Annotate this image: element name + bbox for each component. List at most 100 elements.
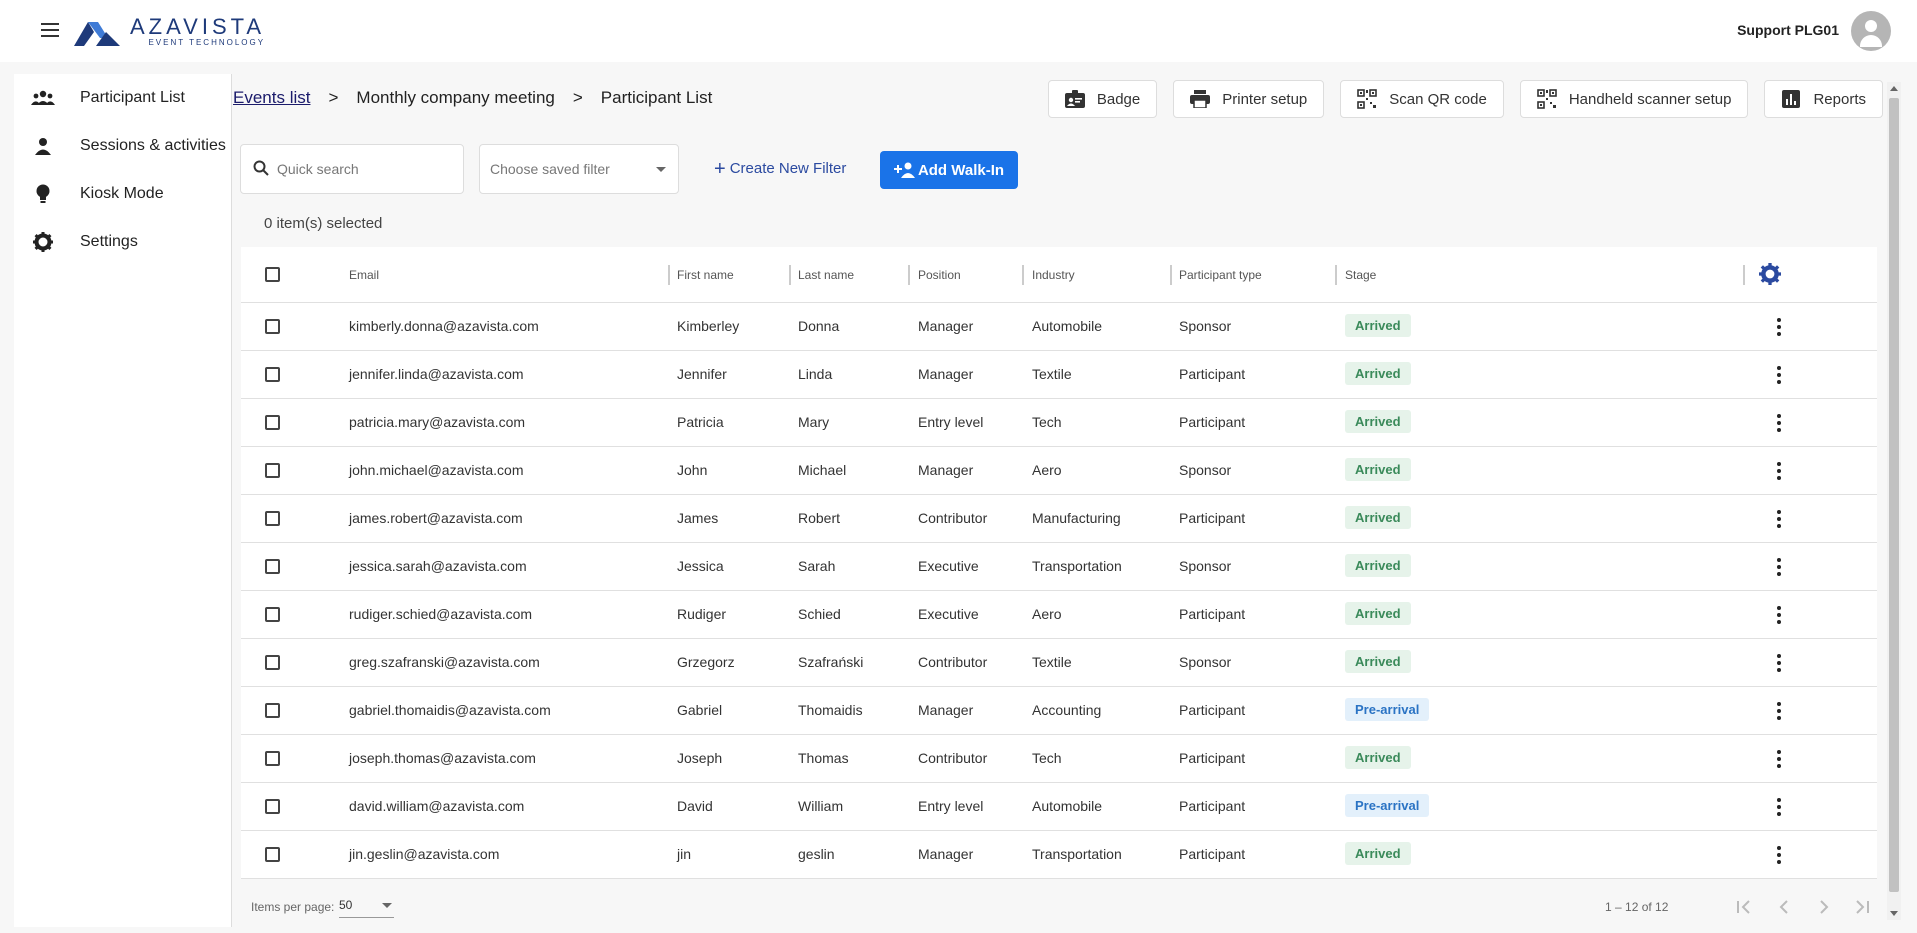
row-checkbox[interactable]	[265, 655, 280, 670]
handheld-scanner-button[interactable]: Handheld scanner setup	[1519, 80, 1749, 118]
column-header-first-name[interactable]: First name	[677, 268, 734, 282]
breadcrumb-events-list[interactable]: Events list	[233, 88, 310, 108]
handheld-scanner-label: Handheld scanner setup	[1568, 90, 1732, 108]
table-row[interactable]: patricia.mary@azavista.com Patricia Mary En…	[241, 399, 1877, 447]
cell-participant-type: Participant	[1179, 846, 1246, 862]
cell-industry: Transportation	[1032, 846, 1122, 862]
row-checkbox[interactable]	[265, 415, 280, 430]
stage-badge: Arrived	[1345, 458, 1411, 481]
sidebar: Participant List Sessions & activities K…	[14, 74, 232, 927]
cell-industry: Aero	[1032, 606, 1062, 622]
cell-last-name: Michael	[798, 462, 847, 478]
row-more-options-icon[interactable]	[1767, 363, 1791, 387]
column-header-industry[interactable]: Industry	[1032, 268, 1075, 282]
row-more-options-icon[interactable]	[1767, 315, 1791, 339]
page-scrollbar[interactable]	[1887, 82, 1901, 920]
scroll-up-icon[interactable]	[1890, 86, 1898, 91]
column-resize-handle[interactable]	[1170, 265, 1172, 285]
table-row[interactable]: joseph.thomas@azavista.com Joseph Thomas Co…	[241, 735, 1877, 783]
column-header-position[interactable]: Position	[918, 268, 961, 282]
row-checkbox[interactable]	[265, 463, 280, 478]
sidebar-item-participant-list[interactable]: Participant List	[14, 74, 231, 122]
table-row[interactable]: john.michael@azavista.com John Michael Mana…	[241, 447, 1877, 495]
table-row[interactable]: jessica.sarah@azavista.com Jessica Sarah Ex…	[241, 543, 1877, 591]
column-resize-handle[interactable]	[908, 265, 910, 285]
user-avatar[interactable]	[1851, 11, 1891, 51]
previous-page-icon[interactable]	[1773, 896, 1795, 918]
row-more-options-icon[interactable]	[1767, 699, 1791, 723]
row-more-options-icon[interactable]	[1767, 459, 1791, 483]
row-more-options-icon[interactable]	[1767, 795, 1791, 819]
row-checkbox[interactable]	[265, 751, 280, 766]
items-per-page-select[interactable]: 50	[339, 898, 394, 918]
column-header-email[interactable]: Email	[349, 268, 379, 282]
table-row[interactable]: david.william@azavista.com David William En…	[241, 783, 1877, 831]
sidebar-item-kiosk-mode[interactable]: Kiosk Mode	[14, 170, 231, 218]
first-page-icon[interactable]	[1733, 896, 1755, 918]
row-more-options-icon[interactable]	[1767, 651, 1791, 675]
table-row[interactable]: james.robert@azavista.com James Robert Cont…	[241, 495, 1877, 543]
printer-setup-label: Printer setup	[1222, 90, 1308, 108]
create-filter-button[interactable]: + Create New Filter	[714, 159, 846, 179]
table-row[interactable]: jennifer.linda@azavista.com Jennifer Linda…	[241, 351, 1877, 399]
row-checkbox[interactable]	[265, 511, 280, 526]
last-page-icon[interactable]	[1851, 896, 1873, 918]
saved-filter-placeholder: Choose saved filter	[490, 161, 610, 177]
user-name[interactable]: Support PLG01	[1737, 22, 1839, 38]
row-more-options-icon[interactable]	[1767, 843, 1791, 867]
row-more-options-icon[interactable]	[1767, 603, 1791, 627]
column-header-stage[interactable]: Stage	[1345, 268, 1376, 282]
row-checkbox[interactable]	[265, 607, 280, 622]
scan-qr-label: Scan QR code	[1389, 90, 1487, 108]
cell-email: jennifer.linda@azavista.com	[349, 366, 524, 382]
sidebar-item-sessions[interactable]: Sessions & activities	[14, 122, 231, 170]
scroll-down-icon[interactable]	[1890, 911, 1898, 916]
search-input[interactable]	[277, 161, 447, 177]
next-page-icon[interactable]	[1813, 896, 1835, 918]
row-checkbox[interactable]	[265, 367, 280, 382]
table-row[interactable]: kimberly.donna@azavista.com Kimberley Donn…	[241, 303, 1877, 351]
qr-code-icon	[1537, 89, 1557, 109]
row-checkbox[interactable]	[265, 799, 280, 814]
column-settings-gear-icon[interactable]	[1759, 263, 1781, 288]
saved-filter-select[interactable]: Choose saved filter	[479, 144, 679, 194]
row-checkbox[interactable]	[265, 559, 280, 574]
column-resize-handle[interactable]	[668, 265, 670, 285]
cell-participant-type: Participant	[1179, 606, 1246, 622]
select-all-checkbox[interactable]	[265, 267, 280, 282]
table-row[interactable]: jin.geslin@azavista.com jin geslin Manager T…	[241, 831, 1877, 879]
scan-qr-button[interactable]: Scan QR code	[1340, 80, 1504, 118]
cell-email: gabriel.thomaidis@azavista.com	[349, 702, 551, 718]
menu-icon[interactable]	[38, 20, 62, 42]
azavista-logo[interactable]: AZAVISTA EVENT TECHNOLOGY	[74, 14, 265, 50]
stage-badge: Arrived	[1345, 554, 1411, 577]
column-header-last-name[interactable]: Last name	[798, 268, 854, 282]
row-checkbox[interactable]	[265, 847, 280, 862]
column-header-participant-type[interactable]: Participant type	[1179, 268, 1262, 282]
scroll-thumb[interactable]	[1889, 98, 1899, 892]
column-resize-handle[interactable]	[1335, 265, 1337, 285]
column-resize-handle[interactable]	[1743, 265, 1745, 285]
table-row[interactable]: gabriel.thomaidis@azavista.com Gabriel Tho…	[241, 687, 1877, 735]
badge-button[interactable]: Badge	[1047, 80, 1158, 118]
reports-label: Reports	[1813, 90, 1866, 108]
stage-badge: Arrived	[1345, 746, 1411, 769]
add-walkin-button[interactable]: Add Walk-In	[880, 151, 1018, 189]
table-row[interactable]: rudiger.schied@azavista.com Rudiger Schied…	[241, 591, 1877, 639]
printer-setup-button[interactable]: Printer setup	[1173, 80, 1325, 118]
reports-button[interactable]: Reports	[1764, 80, 1883, 118]
row-more-options-icon[interactable]	[1767, 555, 1791, 579]
cell-participant-type: Sponsor	[1179, 462, 1232, 478]
column-resize-handle[interactable]	[1022, 265, 1024, 285]
column-resize-handle[interactable]	[789, 265, 791, 285]
quick-search[interactable]	[240, 144, 464, 194]
row-more-options-icon[interactable]	[1767, 411, 1791, 435]
breadcrumb-separator: >	[328, 88, 339, 107]
sidebar-item-label: Sessions & activities	[80, 137, 226, 154]
table-row[interactable]: greg.szafranski@azavista.com Grzegorz Szaf…	[241, 639, 1877, 687]
row-more-options-icon[interactable]	[1767, 507, 1791, 531]
row-checkbox[interactable]	[265, 703, 280, 718]
row-more-options-icon[interactable]	[1767, 747, 1791, 771]
row-checkbox[interactable]	[265, 319, 280, 334]
sidebar-item-settings[interactable]: Settings	[14, 218, 231, 266]
